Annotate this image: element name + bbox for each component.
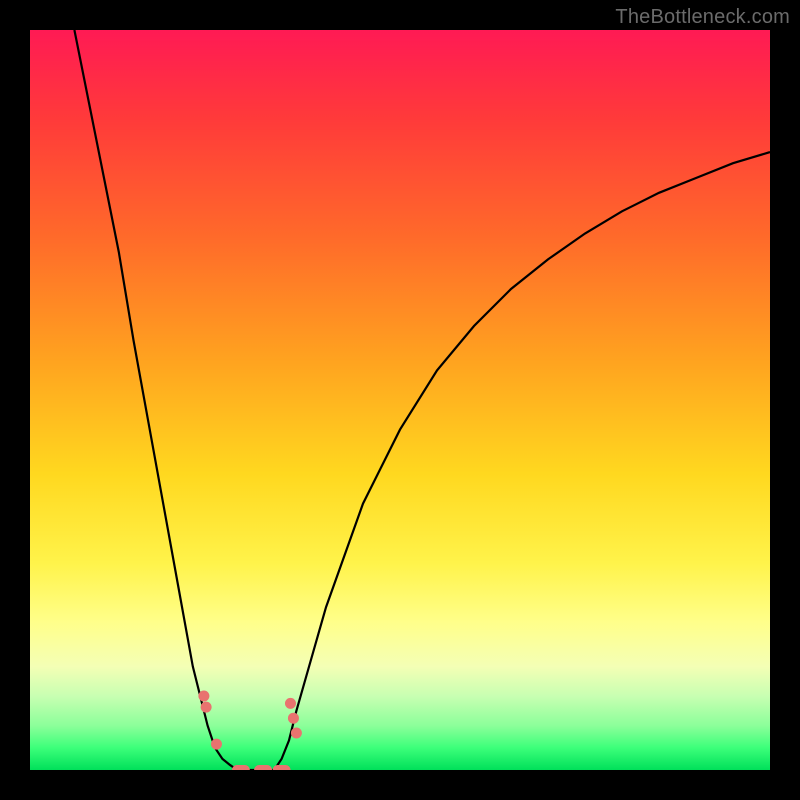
marker-dot-0 xyxy=(198,691,209,702)
marker-capsule-6 xyxy=(232,765,250,770)
marker-capsule-7 xyxy=(254,765,272,770)
marker-dot-1 xyxy=(201,702,212,713)
curve-right-curve xyxy=(274,152,770,770)
marker-dot-5 xyxy=(291,728,302,739)
marker-dot-4 xyxy=(288,713,299,724)
marker-dot-2 xyxy=(211,739,222,750)
watermark-text: TheBottleneck.com xyxy=(615,6,790,29)
curves-svg xyxy=(30,30,770,770)
plot-area xyxy=(30,30,770,770)
curve-left-curve xyxy=(74,30,237,770)
chart-container: TheBottleneck.com xyxy=(0,0,800,800)
marker-dot-3 xyxy=(285,698,296,709)
marker-capsule-8 xyxy=(273,765,291,770)
